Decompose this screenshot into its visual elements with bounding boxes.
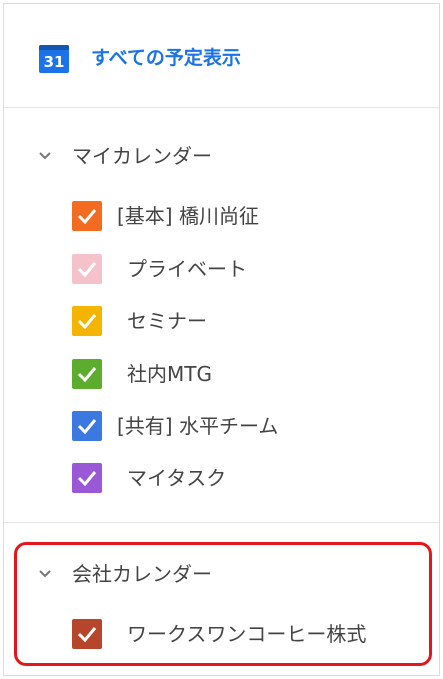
- calendar-item[interactable]: プライベート: [4, 248, 439, 288]
- checkbox[interactable]: [72, 463, 102, 493]
- calendar-item-label: 社内MTG: [127, 362, 212, 386]
- check-icon: [77, 262, 97, 278]
- check-icon: [77, 367, 97, 383]
- calendar-item-label: セミナー: [127, 309, 207, 333]
- calendar-item-label: プライベート: [127, 257, 247, 281]
- section-divider: [4, 522, 439, 523]
- check-icon: [77, 314, 97, 330]
- calendar-item[interactable]: [共有] 水平チーム: [4, 405, 439, 445]
- calendar-item[interactable]: マイタスク: [4, 457, 439, 497]
- calendar-item-label: [共有] 水平チーム: [117, 414, 279, 438]
- check-icon: [77, 209, 97, 225]
- my-calendars-title: マイカレンダー: [72, 144, 212, 168]
- calendar-item-label: マイタスク: [127, 466, 227, 490]
- check-icon: [77, 419, 97, 435]
- calendar-item[interactable]: [基本] 橋川尚征: [4, 195, 439, 235]
- chevron-down-icon[interactable]: [37, 148, 53, 164]
- calendar-item[interactable]: セミナー: [4, 300, 439, 340]
- calendar-icon: 31: [39, 45, 69, 73]
- all-events-header[interactable]: 31 すべての予定表示: [4, 4, 439, 108]
- all-events-link[interactable]: すべての予定表示: [91, 44, 241, 72]
- checkbox[interactable]: [72, 306, 102, 336]
- checkbox[interactable]: [72, 359, 102, 389]
- check-icon: [77, 471, 97, 487]
- calendar-item[interactable]: 社内MTG: [4, 353, 439, 393]
- calendar-item-label: [基本] 橋川尚征: [117, 204, 259, 228]
- checkbox[interactable]: [72, 411, 102, 441]
- highlight-box: [14, 542, 432, 666]
- checkbox[interactable]: [72, 254, 102, 284]
- my-calendars-header[interactable]: マイカレンダー: [4, 136, 439, 176]
- checkbox[interactable]: [72, 201, 102, 231]
